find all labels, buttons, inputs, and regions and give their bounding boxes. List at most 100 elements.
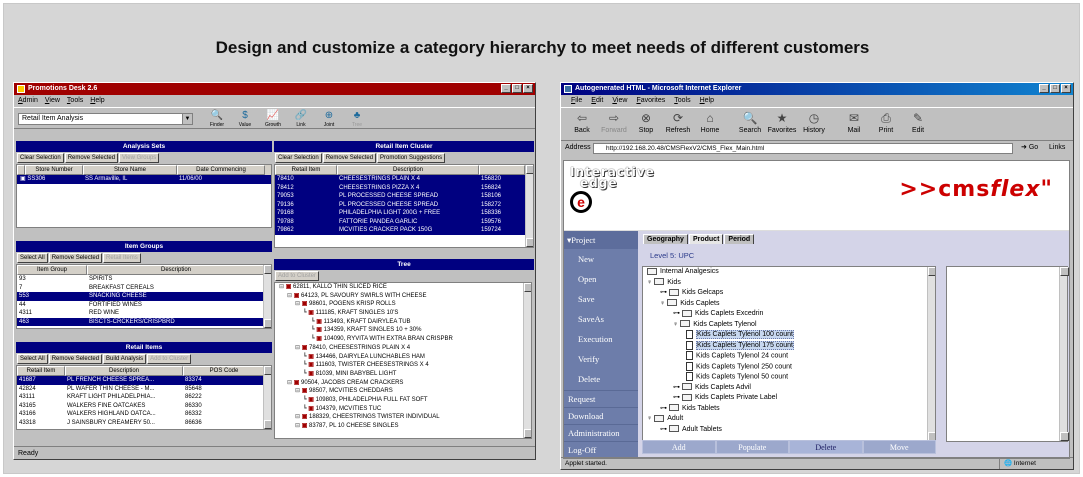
table-row[interactable]: 4311 RED WINE — [17, 309, 271, 318]
tree-node[interactable]: ┗ ▣ 104090, RYVITA WITH EXTRA BRAN CRISP… — [275, 335, 531, 344]
minimize-button[interactable]: _ — [1039, 84, 1049, 93]
table-row[interactable]: 79053 PL PROCESSED CHEESE SPREAD 158106 — [275, 192, 533, 201]
column-header[interactable]: Description — [87, 265, 265, 275]
tree-node[interactable]: ⊶ Adult Tablets — [643, 425, 935, 436]
chevron-down-icon[interactable]: ▼ — [182, 114, 192, 124]
minimize-button[interactable]: _ — [501, 84, 511, 93]
menu-file[interactable]: File — [571, 95, 582, 107]
tree-node[interactable]: ⊟ ▣ 62811, KALLO THIN SLICED RICE — [275, 283, 531, 292]
tree-node[interactable]: Kids Caplets Tylenol 50 count — [643, 372, 935, 383]
column-header[interactable]: Item Group — [17, 265, 87, 275]
column-header[interactable]: POS Code — [183, 366, 265, 376]
view-groups-button[interactable]: View Groups — [119, 153, 160, 163]
tree-node[interactable]: ┗ ▣ 134466, DAIRYLEA LUNCHABLES HAM — [275, 353, 531, 362]
tab-period[interactable]: Period — [724, 234, 755, 244]
tree-node[interactable]: ⊟ ▣ 90504, JACOBS CREAM CRACKERS — [275, 379, 531, 388]
table-row[interactable]: 78412 CHEESESTRINGS PIZZA X 4 156824 — [275, 183, 533, 192]
joint-tool-button[interactable]: ⊕ Joint — [318, 110, 340, 128]
tree-node[interactable]: ⊶ Kids Caplets Advil — [643, 383, 935, 394]
table-row[interactable]: 43165 WALKERS FINE OATCAKES 86330 — [17, 402, 271, 411]
nav-item-request[interactable]: Request — [564, 390, 638, 407]
mail-button[interactable]: ✉ Mail — [839, 110, 869, 140]
tree-node[interactable]: Internal Analgesics — [643, 267, 935, 278]
remove-selected-button[interactable]: Remove Selected — [322, 153, 377, 163]
expand-icon[interactable]: ⊶ — [673, 310, 682, 317]
go-button[interactable]: ➜ Go — [1021, 141, 1038, 155]
tree-node[interactable]: ⊟ ▣ 78410, CHEESESTRINGS PLAIN X 4 — [275, 344, 531, 353]
vertical-scrollbar[interactable] — [927, 267, 935, 441]
tree-node[interactable]: ┗ ▣ 81039, MINI BABYBEL LIGHT — [275, 370, 531, 379]
tree-node[interactable]: ♀ Kids Caplets Tylenol — [643, 320, 935, 331]
expand-icon[interactable]: ♀ — [660, 300, 667, 307]
tree-node[interactable]: ⊟ ▣ 188329, CHEESTRINGS TWISTER INDIVIDU… — [275, 413, 531, 422]
finder-tool-button[interactable]: 🔍 Finder — [206, 110, 228, 128]
tab-geography[interactable]: Geography — [643, 234, 688, 244]
stop-button[interactable]: ⊗ Stop — [631, 110, 661, 140]
nav-item-execution[interactable]: Execution — [564, 329, 638, 349]
print-button[interactable]: ⎙ Print — [871, 110, 901, 140]
links-button[interactable]: Links — [1049, 141, 1065, 155]
tree-node[interactable]: ♀ Adult — [643, 414, 935, 425]
menu-tools[interactable]: Tools — [67, 95, 83, 107]
add-to-cluster-button[interactable]: Add to Cluster — [147, 354, 192, 364]
delete-button[interactable]: Delete — [789, 440, 863, 454]
expand-icon[interactable]: ♀ — [647, 279, 654, 286]
vertical-scrollbar[interactable] — [525, 165, 533, 247]
menu-admin[interactable]: Admin — [18, 95, 38, 107]
edit-button[interactable]: ✎ Edit — [903, 110, 933, 140]
expand-icon[interactable]: ⊟ — [295, 414, 302, 420]
populate-button[interactable]: Populate — [715, 440, 789, 454]
home-button[interactable]: ⌂ Home — [695, 110, 725, 140]
menu-tools[interactable]: Tools — [674, 95, 690, 107]
expand-icon[interactable]: ⊟ — [295, 423, 302, 429]
nav-item-log-off[interactable]: Log-Off — [564, 441, 638, 458]
expand-icon[interactable]: ⊶ — [673, 394, 682, 401]
maximize-button[interactable]: □ — [1050, 84, 1060, 93]
table-row[interactable]: 43111 KRAFT LIGHT PHILADELPHIA... 86222 — [17, 393, 271, 402]
tree-node[interactable]: Kids Caplets Tylenol 100 count — [643, 330, 935, 341]
tree-node[interactable]: ⊶ Kids Caplets Private Label — [643, 393, 935, 404]
table-row[interactable]: 79788 FATTORIE PANDEA GARLIC 159576 — [275, 217, 533, 226]
add-to-cluster-button[interactable]: Add to Cluster — [275, 271, 320, 281]
remove-selected-button[interactable]: Remove Selected — [64, 153, 119, 163]
table-row[interactable]: 553 SNACKING CHEESE — [17, 292, 271, 301]
clear-selection-button[interactable]: Clear Selection — [17, 153, 64, 163]
nav-item-download[interactable]: Download — [564, 407, 638, 424]
address-input[interactable]: http://192.168.20.48/CMSFlexV2/CMS_Flex_… — [593, 143, 1013, 154]
menu-view[interactable]: View — [45, 95, 60, 107]
clear-selection-button[interactable]: Clear Selection — [275, 153, 322, 163]
table-row[interactable]: 43318 J SAINSBURY CREAMERY 50... 86636 — [17, 419, 271, 428]
menu-view[interactable]: View — [612, 95, 627, 107]
nav-item-saveas[interactable]: SaveAs — [564, 309, 638, 329]
tree-node[interactable]: Kids Caplets Tylenol 250 count — [643, 361, 935, 373]
menu-edit[interactable]: Edit — [591, 95, 603, 107]
table-row[interactable]: 79862 MCVITIES CRACKER PACK 150G 159724 — [275, 226, 533, 235]
column-header[interactable]: Store Name — [83, 165, 177, 175]
nav-item-save[interactable]: Save — [564, 289, 638, 309]
tree-node[interactable]: ♀ Kids — [643, 278, 935, 289]
link-tool-button[interactable]: 🔗 Link — [290, 110, 312, 128]
column-header[interactable]: Retail Item — [275, 165, 337, 175]
expand-icon[interactable]: ⊟ — [287, 293, 294, 299]
tree-node[interactable]: ┗ ▣ 104379, MCVITIES TUC — [275, 405, 531, 414]
history-button[interactable]: ◷ History — [799, 110, 829, 140]
column-header[interactable]: Store Number — [25, 165, 83, 175]
nav-section-project[interactable]: ▾Project — [564, 231, 638, 249]
table-row[interactable]: 93 SPIRITS — [17, 275, 271, 284]
tree-node[interactable]: ┗ ▣ 113493, KRAFT DAIRYLEA TUB — [275, 318, 531, 327]
tree-node[interactable]: ♀ Kids Caplets — [643, 299, 935, 310]
table-row[interactable]: 44 FORTIFIED WINES — [17, 301, 271, 310]
remove-selected-button[interactable]: Remove Selected — [48, 253, 103, 263]
add-button[interactable]: Add — [642, 440, 716, 454]
vertical-scrollbar[interactable] — [263, 265, 271, 328]
select-all-button[interactable]: Select All — [17, 354, 48, 364]
back-button[interactable]: ⇦ Back — [567, 110, 597, 140]
table-row[interactable]: 42824 PL WAFER THIN CHEESE - M... 85648 — [17, 385, 271, 394]
tree-tool-button[interactable]: ♣ Tree — [346, 110, 368, 128]
table-row[interactable]: 79136 PL PROCESSED CHEESE SPREAD 158272 — [275, 200, 533, 209]
nav-item-delete[interactable]: Delete — [564, 369, 638, 389]
nav-item-new[interactable]: New — [564, 249, 638, 269]
expand-icon[interactable]: ⊶ — [673, 384, 682, 391]
menu-favorites[interactable]: Favorites — [636, 95, 665, 107]
nav-item-verify[interactable]: Verify — [564, 349, 638, 369]
